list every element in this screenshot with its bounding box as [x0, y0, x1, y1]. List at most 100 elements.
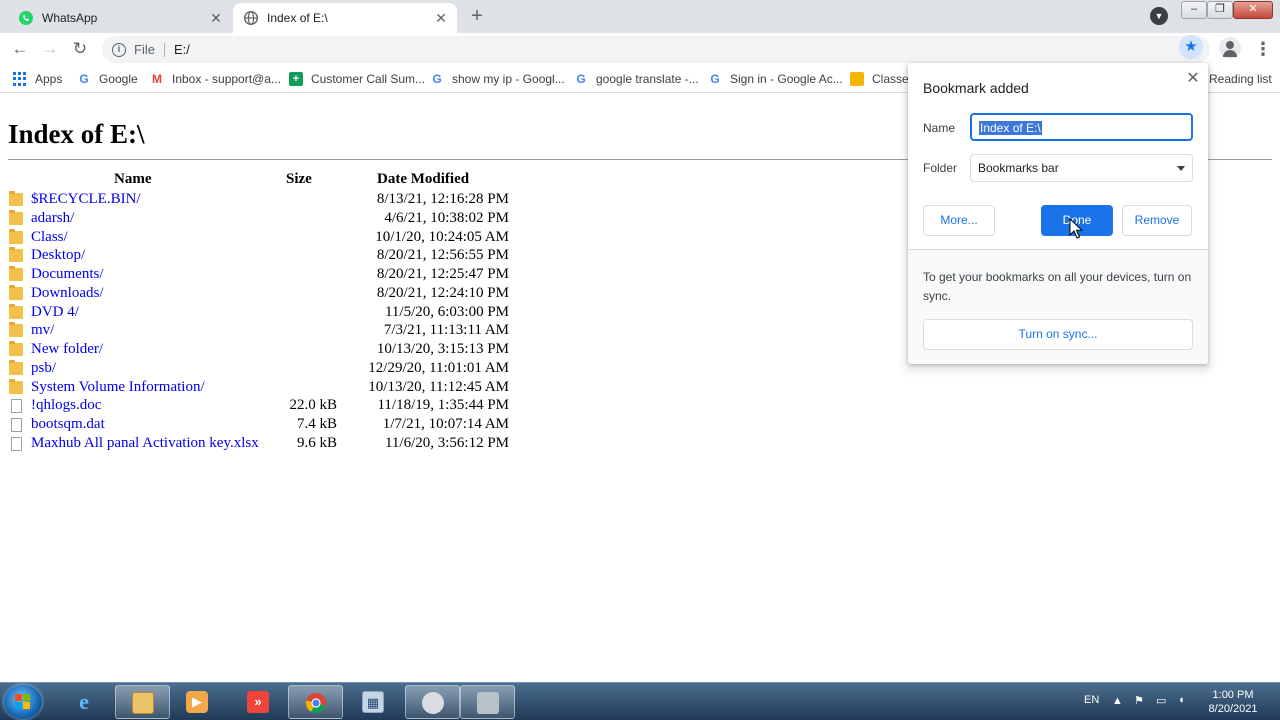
- system-clock[interactable]: 1:00 PM 8/20/2021: [1200, 688, 1266, 716]
- entry-link[interactable]: Downloads/: [31, 285, 104, 302]
- bookmark-label: Inbox - support@a...: [172, 72, 281, 86]
- remove-button[interactable]: Remove: [1122, 205, 1192, 236]
- table-row: Maxhub All panal Activation key.xlsx 9.6 …: [0, 435, 520, 454]
- bookmark-reading-list[interactable]: Reading list: [1209, 70, 1272, 88]
- anydesk-icon: »: [247, 691, 269, 713]
- tab-whatsapp[interactable]: WhatsApp ✕: [8, 3, 232, 33]
- table-row: mv/7/3/21, 11:13:11 AM: [0, 322, 520, 341]
- entry-date: 8/13/21, 12:16:28 PM: [376, 191, 509, 207]
- table-row: New folder/10/13/20, 3:15:13 PM: [0, 341, 520, 360]
- new-tab-button[interactable]: +: [465, 6, 489, 28]
- forward-icon[interactable]: →: [38, 37, 62, 61]
- table-row: adarsh/4/6/21, 10:38:02 PM: [0, 209, 520, 229]
- bookmark-customer-call[interactable]: + Customer Call Sum...: [289, 70, 425, 88]
- bookmark-show-my-ip[interactable]: G show my ip - Googl...: [430, 70, 564, 88]
- reload-icon[interactable]: ↻: [68, 37, 92, 61]
- entry-link[interactable]: Maxhub All panal Activation key.xlsx: [31, 435, 259, 452]
- bookmark-apps[interactable]: Apps: [13, 70, 62, 88]
- entry-link[interactable]: !qhlogs.doc: [31, 397, 101, 414]
- entry-date: 10/13/20, 11:12:45 AM: [368, 378, 509, 395]
- bookmark-sign-in[interactable]: G Sign in - Google Ac...: [708, 70, 842, 88]
- taskbar-media-player[interactable]: ▶: [170, 685, 225, 719]
- entry-link[interactable]: bootsqm.dat: [31, 416, 105, 433]
- gmail-icon: M: [152, 72, 162, 86]
- bookmark-google[interactable]: G Google: [77, 70, 138, 88]
- taskbar-file-explorer[interactable]: [115, 685, 170, 719]
- more-menu-icon[interactable]: ⋮: [1254, 37, 1272, 61]
- url-scheme: File: [134, 42, 155, 57]
- apps-grid-icon: [13, 72, 27, 86]
- bookmark-inbox[interactable]: M Inbox - support@a...: [150, 70, 281, 88]
- action-center-icon[interactable]: ⚑: [1134, 694, 1144, 707]
- classroom-icon: [850, 72, 864, 86]
- bookmark-label: Customer Call Sum...: [311, 72, 426, 86]
- info-icon[interactable]: i: [112, 42, 126, 57]
- address-bar[interactable]: i File E:/: [102, 36, 1210, 63]
- taskbar-chrome[interactable]: [288, 685, 343, 719]
- start-button[interactable]: [4, 685, 42, 719]
- entry-link[interactable]: Desktop/: [31, 247, 85, 264]
- show-hidden-icons-icon[interactable]: ▲: [1112, 695, 1123, 707]
- bookmark-google-translate[interactable]: G google translate -...: [574, 70, 698, 88]
- windows-taskbar: e ▶ » ▦ EN ▲ ⚑ ▭ ◖ 1:00 PM 8/20/2021: [0, 682, 1280, 720]
- table-row: Documents/8/20/21, 12:25:47 PM: [0, 266, 520, 285]
- folder-icon: [9, 266, 23, 281]
- entry-link[interactable]: $RECYCLE.BIN/: [31, 191, 141, 208]
- table-row: System Volume Information/10/13/20, 11:1…: [0, 378, 520, 398]
- folder-icon: [9, 284, 23, 300]
- taskbar-app-2[interactable]: [460, 685, 515, 719]
- folder-icon: [9, 228, 23, 244]
- entry-link[interactable]: DVD 4/: [31, 304, 79, 321]
- bookmark-star-icon[interactable]: ★: [1179, 35, 1203, 59]
- minimize-button[interactable]: –: [1181, 1, 1207, 19]
- column-header-date[interactable]: Date Modified: [377, 171, 469, 188]
- app-icon-2: [477, 692, 499, 714]
- entry-size: 7.4 kB: [296, 416, 337, 432]
- folder-icon: [9, 303, 23, 319]
- turn-on-sync-button[interactable]: Turn on sync...: [923, 319, 1193, 350]
- table-row: !qhlogs.doc 22.0 kB 11/18/19, 1:35:44 PM: [0, 397, 520, 416]
- taskbar-anydesk[interactable]: »: [231, 685, 286, 719]
- folder-select[interactable]: Bookmarks bar: [970, 154, 1193, 182]
- folder-icon: [9, 378, 23, 394]
- file-icon: [11, 436, 22, 451]
- entry-link[interactable]: mv/: [31, 322, 54, 339]
- url-text[interactable]: E:/: [174, 42, 190, 57]
- folder-label: Folder: [923, 161, 958, 175]
- entry-link[interactable]: Documents/: [31, 266, 104, 283]
- taskbar-app[interactable]: [405, 685, 460, 719]
- bookmark-label: Google: [99, 72, 138, 86]
- close-icon[interactable]: ✕: [1183, 69, 1203, 89]
- more-button[interactable]: More...: [923, 205, 995, 236]
- entry-link[interactable]: adarsh/: [31, 210, 74, 227]
- taskbar-calculator[interactable]: ▦: [346, 685, 401, 719]
- entry-date: 11/18/19, 1:35:44 PM: [377, 397, 509, 414]
- browser-toolbar: ← → ↻ i File E:/ ★ ⋮: [0, 33, 1280, 65]
- profile-avatar-icon[interactable]: [1219, 37, 1241, 59]
- folder-icon: [9, 322, 23, 338]
- page-title: Index of E:\: [8, 119, 145, 149]
- close-window-button[interactable]: ✕: [1233, 1, 1273, 19]
- close-tab-icon[interactable]: ✕: [208, 10, 224, 26]
- volume-icon[interactable]: ◖: [1178, 694, 1185, 706]
- entry-date: 1/7/21, 10:07:14 AM: [382, 416, 509, 432]
- entry-link[interactable]: System Volume Information/: [31, 379, 205, 396]
- network-icon[interactable]: ▭: [1156, 694, 1166, 707]
- tab-index-of-e[interactable]: Index of E:\ ✕: [233, 3, 457, 33]
- tab-strip: WhatsApp ✕ Index of E:\ ✕ + ▼ – ❐ ✕: [0, 0, 1280, 33]
- whatsapp-icon: [18, 10, 34, 26]
- back-icon[interactable]: ←: [8, 37, 32, 61]
- language-indicator[interactable]: EN: [1084, 694, 1099, 706]
- taskbar-internet-explorer[interactable]: e: [57, 685, 112, 719]
- column-header-name[interactable]: Name: [114, 171, 152, 188]
- bookmark-name-input[interactable]: Index of E:\: [970, 113, 1193, 141]
- close-tab-icon[interactable]: ✕: [433, 10, 449, 26]
- tab-search-icon[interactable]: ▼: [1150, 7, 1168, 25]
- globe-icon: [243, 10, 259, 26]
- entry-link[interactable]: Class/: [31, 229, 68, 246]
- column-header-size[interactable]: Size: [286, 171, 312, 188]
- maximize-button[interactable]: ❐: [1207, 1, 1233, 19]
- bookmark-classes[interactable]: Classes: [850, 70, 915, 88]
- entry-link[interactable]: New folder/: [31, 341, 103, 358]
- entry-link[interactable]: psb/: [31, 360, 56, 377]
